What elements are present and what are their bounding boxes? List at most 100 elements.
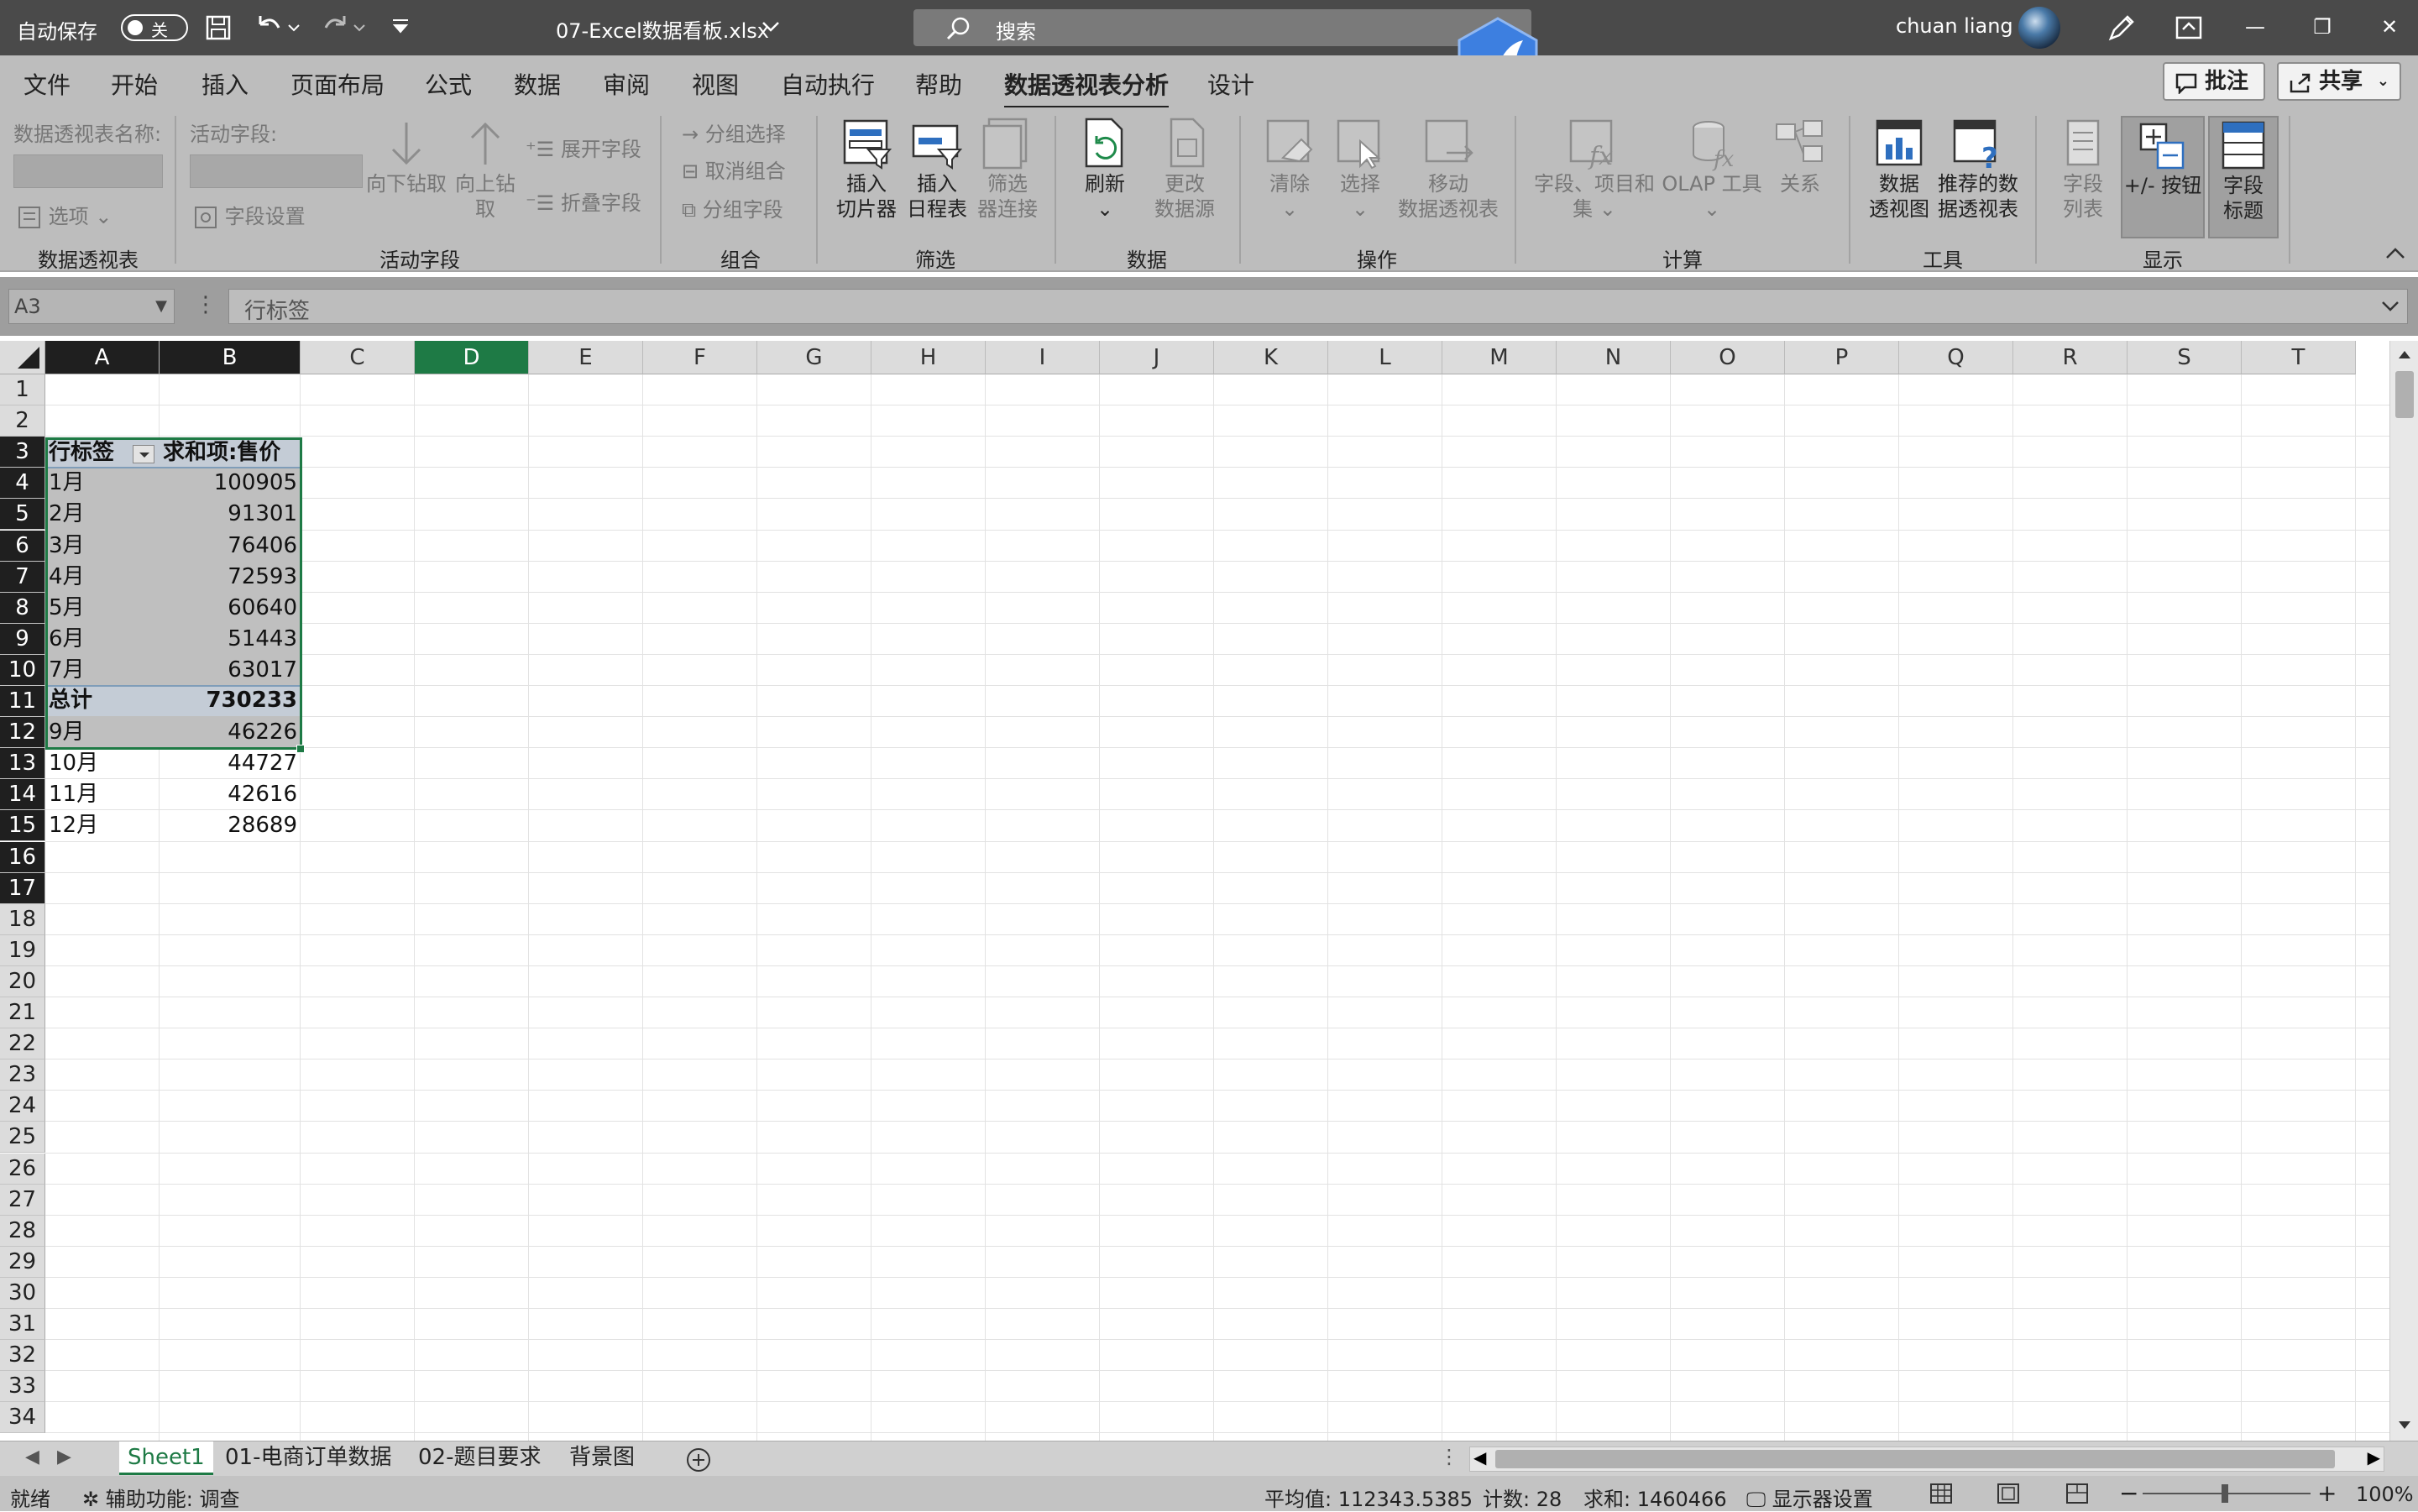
scroll-thumb[interactable]: [2395, 371, 2414, 418]
sheet-tab-sheet1[interactable]: Sheet1: [119, 1441, 213, 1475]
column-header-d[interactable]: D: [415, 341, 529, 374]
search-box[interactable]: 搜索: [913, 9, 1531, 46]
scroll-up-icon[interactable]: [2397, 348, 2412, 361]
column-header-q[interactable]: Q: [1899, 341, 2013, 374]
column-header-j[interactable]: J: [1100, 341, 1214, 374]
row-header-3[interactable]: 3: [0, 437, 45, 468]
olap-tools-button[interactable]: fx OLAP 工具 ⌄: [1661, 116, 1763, 222]
column-header-s[interactable]: S: [2128, 341, 2242, 374]
sheet-tab-orders[interactable]: 01-电商订单数据: [217, 1441, 400, 1475]
column-header-i[interactable]: I: [986, 341, 1100, 374]
menu-file[interactable]: 文件: [24, 67, 71, 101]
menu-automate[interactable]: 自动执行: [781, 67, 875, 101]
pivot-name-input[interactable]: [13, 154, 163, 188]
ungroup-button[interactable]: ⊟ 取消组合: [682, 154, 786, 184]
row-header-25[interactable]: 25: [0, 1122, 45, 1154]
column-header-b[interactable]: B: [160, 341, 301, 374]
row-header-29[interactable]: 29: [0, 1246, 45, 1278]
row-header-21[interactable]: 21: [0, 997, 45, 1028]
column-header-c[interactable]: C: [301, 341, 415, 374]
scroll-left-icon[interactable]: ◀: [1473, 1447, 1486, 1468]
column-header-k[interactable]: K: [1214, 341, 1328, 374]
menu-pivot-analyze[interactable]: 数据透视表分析: [1004, 67, 1170, 109]
plus-minus-buttons-toggle[interactable]: +/- 按钮: [2121, 116, 2205, 238]
select-button[interactable]: 选择 ⌄: [1325, 116, 1395, 222]
scroll-right-icon[interactable]: ▶: [2368, 1447, 2380, 1468]
refresh-button[interactable]: 刷新 ⌄: [1071, 116, 1138, 222]
column-header-m[interactable]: M: [1442, 341, 1557, 374]
customize-qat-icon[interactable]: [390, 17, 411, 37]
menu-formulas[interactable]: 公式: [425, 67, 472, 101]
h-scroll-thumb[interactable]: [1495, 1450, 2335, 1468]
row-header-18[interactable]: 18: [0, 903, 45, 935]
drill-down-button[interactable]: 向下钻取: [364, 116, 448, 196]
column-header-e[interactable]: E: [529, 341, 643, 374]
chevron-down-icon[interactable]: [761, 18, 781, 35]
file-name[interactable]: 07-Excel数据看板.xlsx: [556, 14, 769, 44]
filter-connections-button[interactable]: 筛选 器连接: [972, 116, 1043, 222]
zoom-slider-thumb[interactable]: [2222, 1484, 2228, 1503]
menu-insert[interactable]: 插入: [202, 67, 249, 101]
field-list-button[interactable]: 字段 列表: [2049, 116, 2117, 222]
expand-field-button[interactable]: ⁺☰ 展开字段: [526, 133, 641, 162]
field-headers-toggle[interactable]: 字段 标题: [2208, 116, 2279, 238]
column-header-n[interactable]: N: [1557, 341, 1671, 374]
row-header-13[interactable]: 13: [0, 748, 45, 780]
sheet-tab-background[interactable]: 背景图: [561, 1441, 643, 1475]
next-sheet-icon[interactable]: ▶: [57, 1447, 71, 1468]
row-header-2[interactable]: 2: [0, 405, 45, 437]
menu-home[interactable]: 开始: [111, 67, 158, 101]
sheet-tab-requirements[interactable]: 02-题目要求: [410, 1441, 549, 1475]
page-layout-view-icon[interactable]: [1997, 1483, 2020, 1504]
options-button[interactable]: 选项 ⌄: [17, 200, 112, 230]
change-source-button[interactable]: 更改 数据源: [1138, 116, 1231, 222]
drill-up-button[interactable]: 向上钻 取: [448, 116, 522, 222]
menu-design[interactable]: 设计: [1207, 67, 1254, 101]
pivot-chart-button[interactable]: 数据 透视图: [1864, 116, 1934, 222]
save-icon[interactable]: [205, 14, 232, 41]
row-header-23[interactable]: 23: [0, 1059, 45, 1091]
column-header-h[interactable]: H: [871, 341, 986, 374]
zoom-level[interactable]: 100%: [2356, 1483, 2414, 1506]
row-header-12[interactable]: 12: [0, 717, 45, 749]
row-header-14[interactable]: 14: [0, 779, 45, 811]
row-header-1[interactable]: 1: [0, 374, 45, 405]
scroll-down-icon[interactable]: [2397, 1419, 2412, 1432]
group-selection-button[interactable]: → 分组选择: [682, 118, 786, 147]
zoom-in-icon[interactable]: +: [2317, 1479, 2337, 1507]
accessibility-status[interactable]: ✲ 辅助功能: 调查: [82, 1483, 239, 1512]
collapse-field-button[interactable]: ⁻☰ 折叠字段: [526, 186, 641, 216]
row-header-7[interactable]: 7: [0, 561, 45, 593]
name-box-dropdown-icon[interactable]: ▼: [155, 290, 167, 323]
autosave-toggle[interactable]: 关: [121, 14, 188, 41]
row-header-28[interactable]: 28: [0, 1215, 45, 1247]
share-button[interactable]: 共享 ⌄: [2277, 62, 2401, 101]
row-header-26[interactable]: 26: [0, 1153, 45, 1185]
display-settings-button[interactable]: 🖵 显示器设置: [1746, 1483, 1873, 1512]
fill-handle[interactable]: [296, 745, 305, 753]
field-settings-button[interactable]: 字段设置: [193, 200, 306, 230]
formula-input[interactable]: 行标签: [228, 289, 2408, 324]
fields-items-sets-button[interactable]: fx 字段、项目和 集 ⌄: [1526, 116, 1662, 222]
row-header-5[interactable]: 5: [0, 499, 45, 531]
column-header-o[interactable]: O: [1671, 341, 1785, 374]
row-header-33[interactable]: 33: [0, 1371, 45, 1403]
pivot-row-label[interactable]: 10月: [49, 748, 98, 779]
vertical-scrollbar[interactable]: [2389, 341, 2418, 1441]
row-header-4[interactable]: 4: [0, 468, 45, 500]
user-name[interactable]: chuan liang: [1896, 14, 2013, 38]
avatar[interactable]: [2018, 7, 2060, 49]
column-header-a[interactable]: A: [45, 341, 160, 374]
insert-slicer-button[interactable]: 插入 切片器: [831, 116, 902, 222]
column-header-f[interactable]: F: [643, 341, 757, 374]
row-header-27[interactable]: 27: [0, 1184, 45, 1216]
row-header-19[interactable]: 19: [0, 934, 45, 966]
row-header-24[interactable]: 24: [0, 1091, 45, 1122]
redo-icon[interactable]: [319, 13, 366, 41]
row-header-16[interactable]: 16: [0, 841, 45, 873]
menu-help[interactable]: 帮助: [915, 67, 962, 101]
pen-icon[interactable]: [2106, 12, 2136, 44]
recommended-pivot-button[interactable]: ? 推荐的数 据透视表: [1934, 116, 2022, 222]
insert-timeline-button[interactable]: 插入 日程表: [902, 116, 972, 222]
minimize-button[interactable]: —: [2222, 0, 2289, 55]
